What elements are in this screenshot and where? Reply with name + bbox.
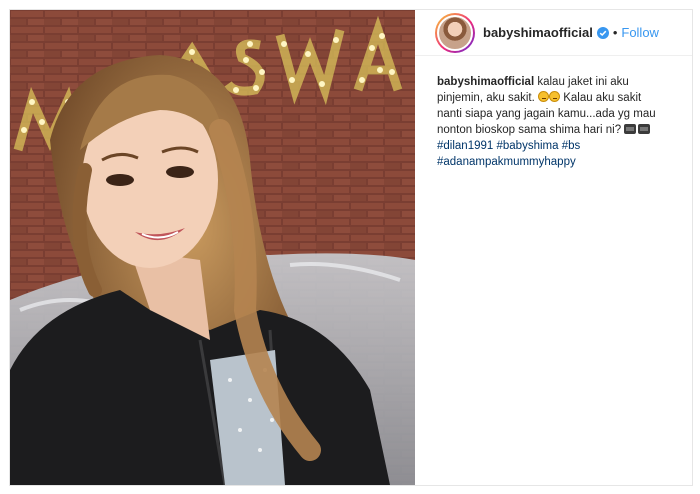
follow-button[interactable]: Follow bbox=[621, 25, 659, 40]
hashtags-line-1: #dilan1991 #babyshima #bs bbox=[437, 138, 687, 154]
instagram-post-card: babyshimaofficial • Follow babyshimaoffi… bbox=[9, 9, 693, 486]
caption-text-1: kalau jaket ini aku bbox=[537, 76, 629, 88]
hashtag-link[interactable]: #bs bbox=[562, 140, 581, 152]
hashtag-link[interactable]: #adanampakmummyhappy bbox=[437, 156, 576, 168]
hashtags-line-2: #adanampakmummyhappy bbox=[437, 154, 687, 170]
separator-dot: • bbox=[612, 25, 618, 40]
hashtag-link[interactable]: #dilan1991 bbox=[437, 140, 493, 152]
caption-text-2b: Kalau aku sakit bbox=[563, 92, 642, 104]
username-link[interactable]: babyshimaofficial bbox=[483, 25, 593, 40]
worried-face-emoji-icon bbox=[538, 91, 549, 102]
hashtag-link[interactable]: #babyshima bbox=[496, 140, 558, 152]
post-header: babyshimaofficial • Follow bbox=[415, 10, 692, 56]
caption-username[interactable]: babyshimaofficial bbox=[437, 76, 534, 88]
movie-camera-emoji-icon bbox=[638, 124, 651, 134]
caption: babyshimaofficial kalau jaket ini aku pi… bbox=[437, 74, 687, 170]
verified-badge-icon bbox=[596, 26, 609, 39]
post-photo-image bbox=[10, 10, 415, 485]
post-sidebar: babyshimaofficial • Follow babyshimaoffi… bbox=[415, 10, 692, 485]
caption-text-3: nanti siapa yang jagain kamu...ada yg ma… bbox=[437, 108, 656, 120]
worried-face-emoji-icon bbox=[549, 91, 560, 102]
caption-text-2: pinjemin, aku sakit. bbox=[437, 92, 535, 104]
movie-camera-emoji-icon bbox=[624, 124, 637, 134]
avatar[interactable] bbox=[435, 12, 475, 53]
post-photo[interactable] bbox=[10, 10, 415, 485]
caption-text-4: nonton bioskop sama shima hari ni? bbox=[437, 124, 622, 136]
